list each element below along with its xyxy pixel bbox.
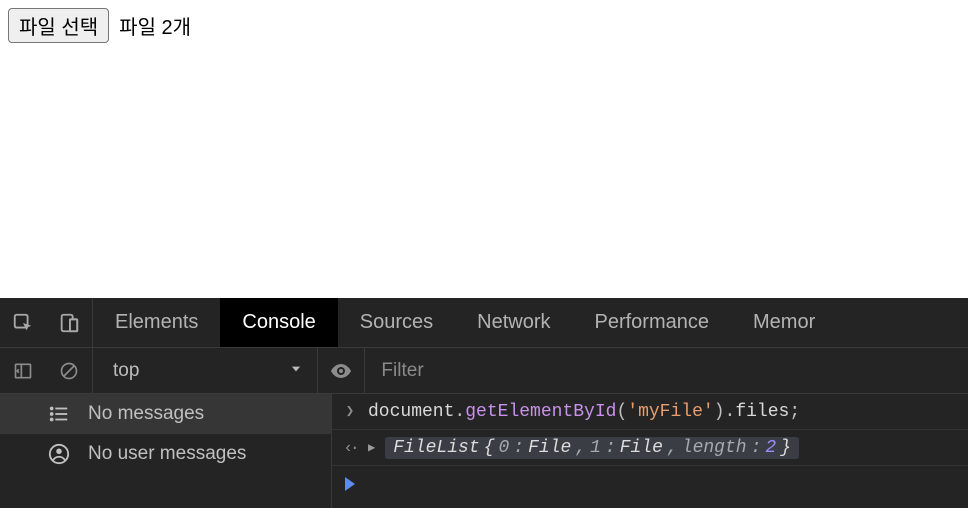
filter-input[interactable] bbox=[379, 356, 968, 386]
tab-network[interactable]: Network bbox=[455, 298, 572, 347]
devtools-tabstrip: Elements Console Sources Network Perform… bbox=[0, 298, 968, 348]
tab-memory[interactable]: Memor bbox=[731, 298, 837, 347]
live-expression-icon[interactable] bbox=[318, 348, 364, 393]
file-selected-status: 파일 2개 bbox=[119, 11, 191, 40]
tab-console[interactable]: Console bbox=[220, 298, 337, 347]
sidebar-item-label: No user messages bbox=[88, 443, 246, 465]
devtools-panel: Elements Console Sources Network Perform… bbox=[0, 298, 968, 508]
toggle-sidebar-icon[interactable] bbox=[0, 348, 46, 393]
file-choose-button[interactable]: 파일 선택 bbox=[8, 8, 109, 43]
inspect-element-icon[interactable] bbox=[0, 298, 46, 347]
context-value: top bbox=[113, 360, 139, 382]
console-entry-input: document.getElementById('myFile').files; bbox=[332, 394, 968, 430]
chevron-right-icon bbox=[342, 477, 358, 491]
console-code: document.getElementById('myFile').files; bbox=[368, 402, 800, 422]
device-toolbar-icon[interactable] bbox=[46, 298, 92, 347]
console-body: No messages No user messages document.ge… bbox=[0, 394, 968, 508]
sidebar-item-no-user-messages[interactable]: No user messages bbox=[0, 434, 331, 474]
execution-context-select[interactable]: top bbox=[93, 348, 317, 393]
sidebar-item-no-messages[interactable]: No messages bbox=[0, 394, 331, 434]
console-toolbar: top bbox=[0, 348, 968, 394]
tab-performance[interactable]: Performance bbox=[573, 298, 732, 347]
console-sidebar: No messages No user messages bbox=[0, 394, 332, 508]
user-icon bbox=[48, 443, 70, 465]
console-prompt[interactable] bbox=[332, 466, 968, 502]
console-log[interactable]: document.getElementById('myFile').files;… bbox=[332, 394, 968, 508]
clear-console-icon[interactable] bbox=[46, 348, 92, 393]
chevron-down-icon bbox=[289, 360, 303, 382]
console-output-object[interactable]: FileList {0: File, 1: File, length: 2} bbox=[385, 437, 799, 459]
sidebar-item-label: No messages bbox=[88, 403, 204, 425]
list-icon bbox=[48, 403, 70, 425]
output-arrow-icon bbox=[342, 439, 358, 457]
page-viewport: 파일 선택 파일 2개 bbox=[0, 0, 968, 298]
filter-field[interactable] bbox=[365, 348, 968, 393]
tab-elements[interactable]: Elements bbox=[93, 298, 220, 347]
chevron-right-icon bbox=[342, 403, 358, 420]
file-input[interactable]: 파일 선택 파일 2개 bbox=[8, 8, 191, 43]
expand-triangle-icon[interactable]: ▶ bbox=[368, 440, 375, 455]
tab-sources[interactable]: Sources bbox=[338, 298, 455, 347]
console-entry-output[interactable]: ▶ FileList {0: File, 1: File, length: 2} bbox=[332, 430, 968, 466]
